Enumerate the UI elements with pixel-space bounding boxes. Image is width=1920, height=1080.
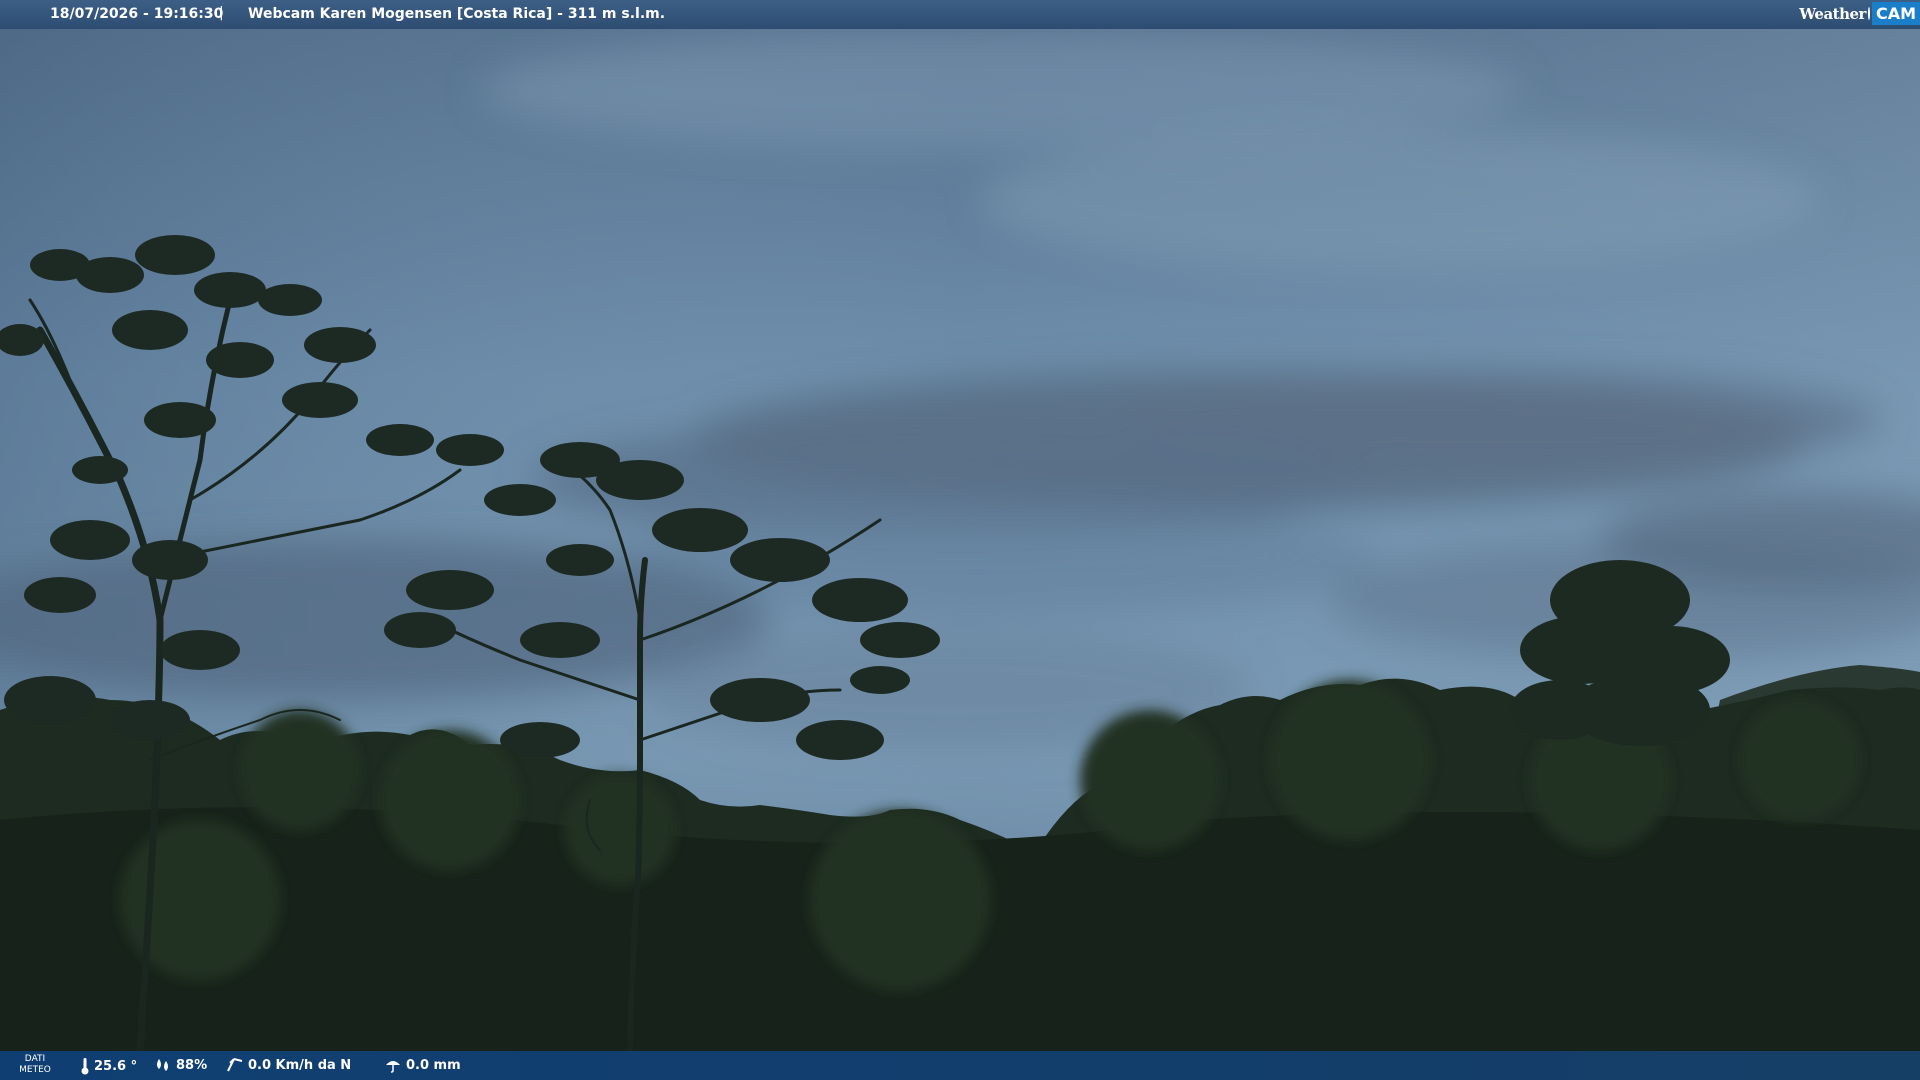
weather-data-label: DATI METEO [17,1054,53,1076]
wind-value: 0.0 Km/h da N [248,1057,352,1073]
wind-reading: 0.0 Km/h da N [226,1057,351,1073]
logo-cam: CAM [1871,2,1920,25]
rain-umbrella-icon [386,1061,400,1073]
temperature-reading: 25.6 ° [80,1057,137,1075]
temperature-value: 25.6 ° [94,1058,138,1074]
rain-reading: 0.0 mm [384,1057,461,1073]
webcam-scene [0,0,1920,1080]
humidity-drops-icon [157,1059,168,1071]
logo-word: Weather [1799,4,1866,23]
weather-label-line1: DATI [24,1054,46,1064]
top-info-bar: 18/07/2026 - 19:16:30 | Webcam Karen Mog… [0,0,1920,29]
humidity-value: 88% [176,1057,208,1073]
timestamp: 18/07/2026 - 19:16:30 [50,6,224,22]
humidity-reading: 88% [154,1057,207,1073]
weather-label-line2: METEO [19,1065,51,1075]
thermometer-icon [81,1058,89,1075]
webcam-title: Webcam Karen Mogensen [Costa Rica] - 311… [248,6,666,22]
weathercam-logo[interactable]: Weather CAM [1799,0,1920,27]
weather-data-bar: DATI METEO 25.6 ° 88% 0.0 Km/h da N 0.0 … [0,1051,1920,1080]
logo-dot-icon [1867,7,1870,20]
wind-icon [227,1058,243,1072]
rain-value: 0.0 mm [406,1057,461,1073]
separator: | [219,5,224,21]
